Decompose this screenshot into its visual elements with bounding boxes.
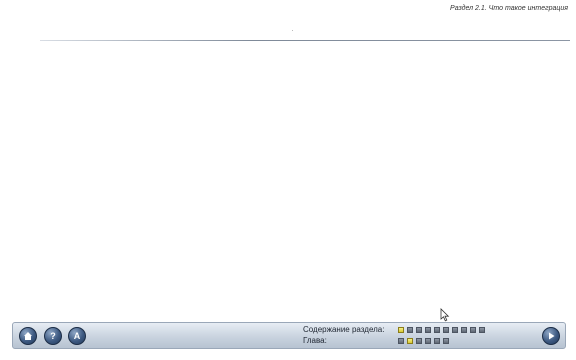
section-contents-label: Содержание раздела: [303,325,385,334]
section-progress-square[interactable] [452,327,458,333]
section-progress-square[interactable] [434,327,440,333]
section-progress-square[interactable] [443,327,449,333]
play-icon [549,332,555,340]
chapter-progress-square[interactable] [425,338,431,344]
section-progress-square[interactable] [479,327,485,333]
section-progress-square[interactable] [425,327,431,333]
home-button[interactable] [19,327,37,345]
header-divider [40,40,570,41]
chapter-progress-square[interactable] [434,338,440,344]
a-button-label: A [73,331,81,341]
section-progress-square[interactable] [407,327,413,333]
section-progress-square[interactable] [461,327,467,333]
navigation-bar: ? A Содержание раздела: Глава: [12,322,566,349]
home-icon [24,332,32,340]
chapter-label: Глава: [303,336,327,345]
chapter-progress-square[interactable] [398,338,404,344]
section-progress-square[interactable] [398,327,404,333]
next-button[interactable] [542,327,560,345]
mouse-cursor-icon [440,308,450,322]
chapter-progress-square[interactable] [443,338,449,344]
chapter-progress [398,338,449,344]
section-progress-square[interactable] [416,327,422,333]
section-title: Раздел 2.1. Что такое интеграция [450,5,568,12]
section-progress [398,327,485,333]
section-progress-square[interactable] [470,327,476,333]
help-button[interactable]: ? [44,327,62,345]
help-icon: ? [50,331,56,341]
chapter-progress-square[interactable] [407,338,413,344]
stray-dot [292,30,293,31]
a-button[interactable]: A [68,327,86,345]
chapter-progress-square[interactable] [416,338,422,344]
